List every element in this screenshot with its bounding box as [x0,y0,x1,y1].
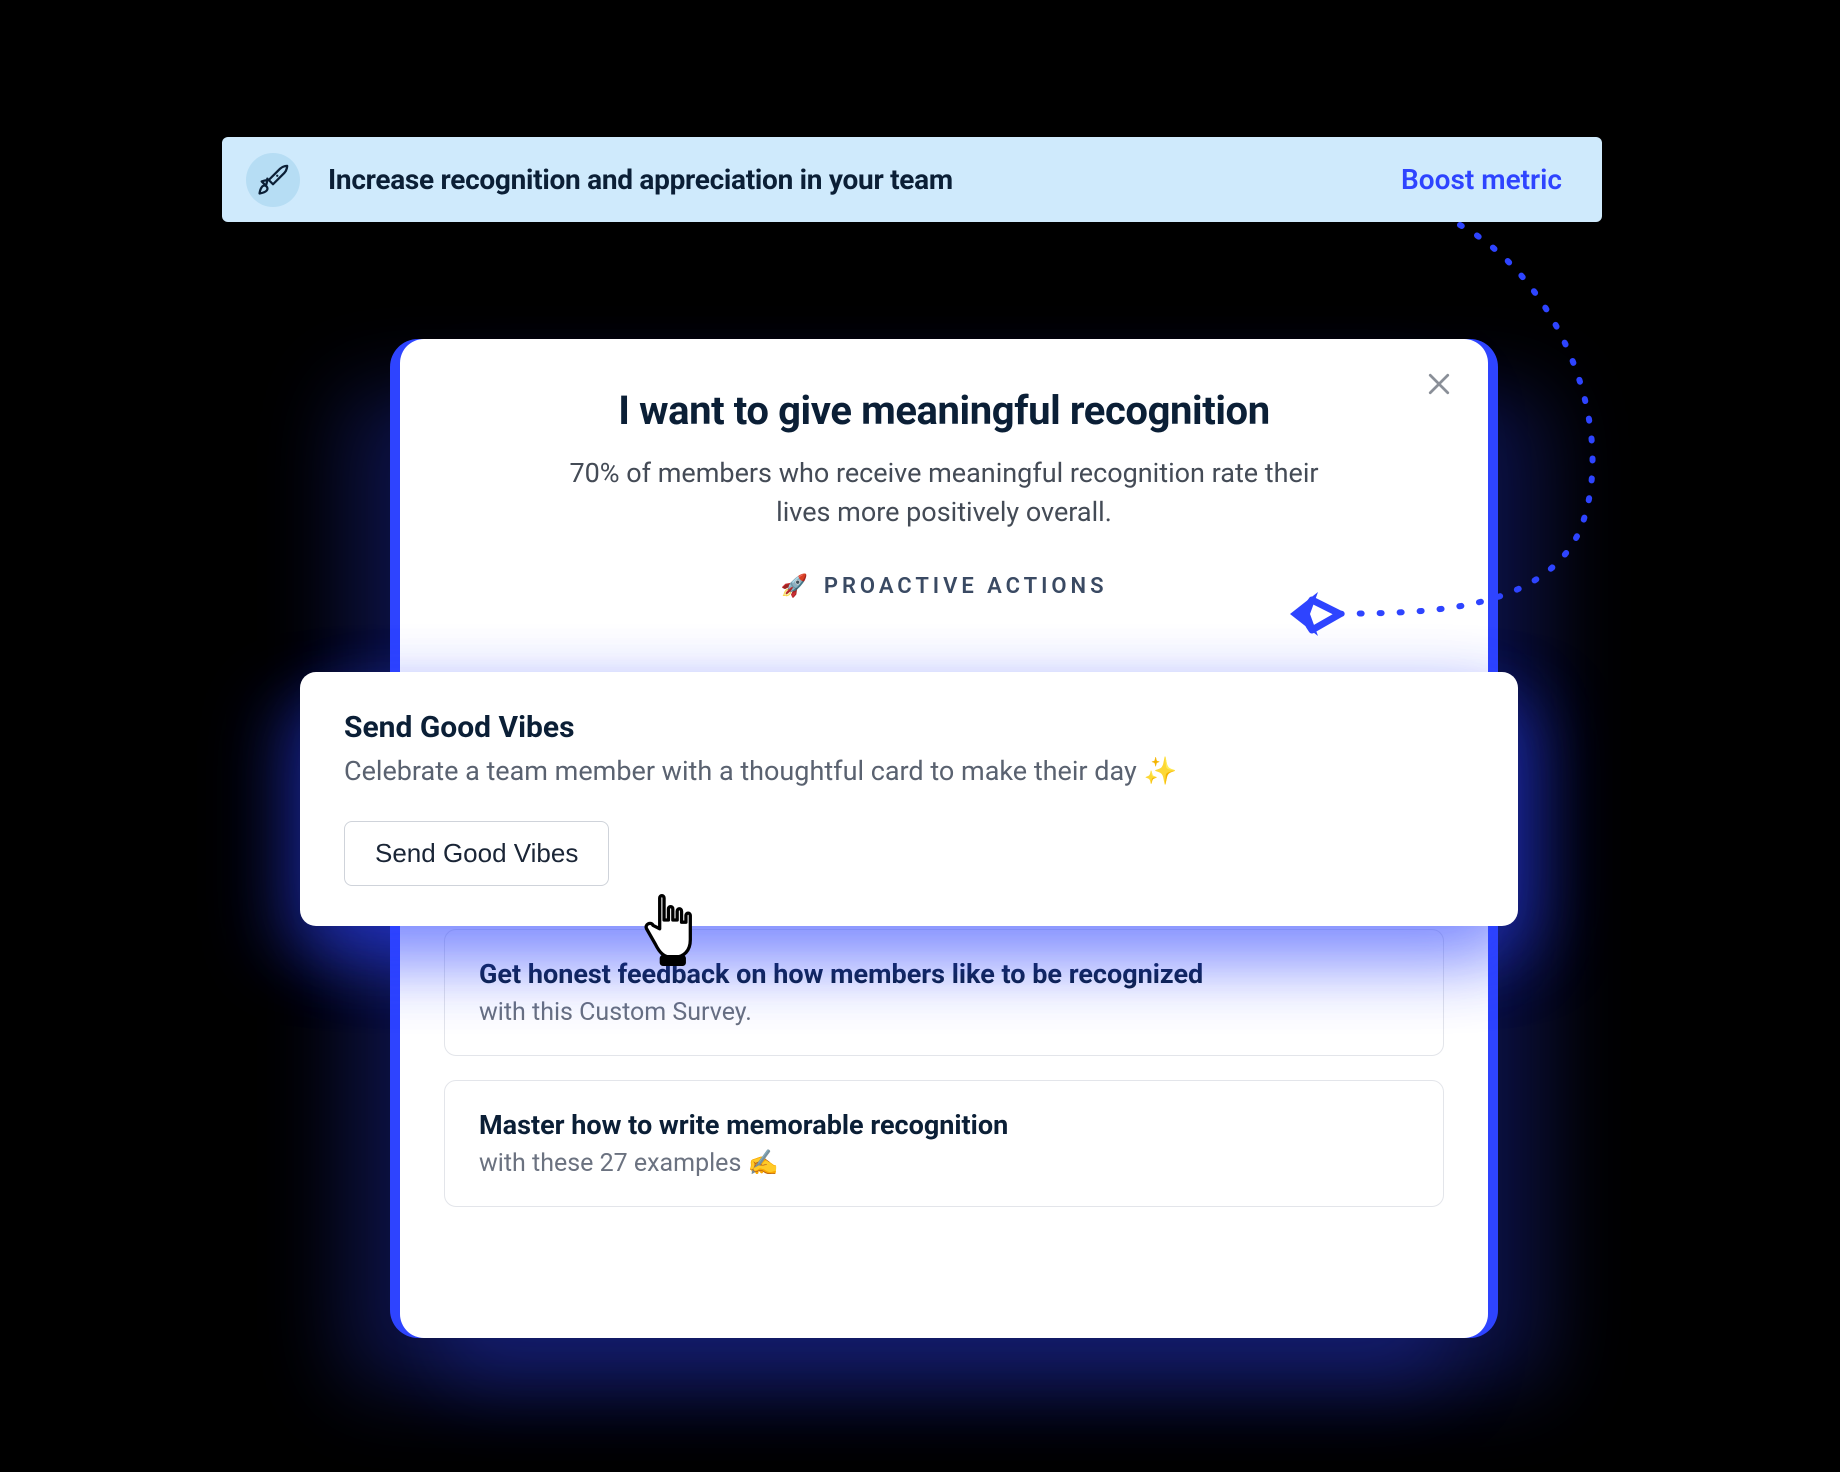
actions-list: Get honest feedback on how members like … [444,929,1444,1207]
action-row[interactable]: Master how to write memorable recognitio… [444,1080,1444,1207]
action-row-title: Master how to write memorable recognitio… [479,1109,1409,1141]
send-good-vibes-button[interactable]: Send Good Vibes [344,821,609,886]
action-row-title: Get honest feedback on how members like … [479,958,1409,990]
highlighted-title: Send Good Vibes [344,710,1474,745]
action-row-sub: with this Custom Survey. [479,998,1409,1027]
action-row-sub: with these 27 examples ✍️ [479,1149,1409,1178]
banner-title: Increase recognition and appreciation in… [328,163,1401,196]
section-label: 🚀 PROACTIVE ACTIONS [400,574,1488,599]
close-icon[interactable] [1424,369,1454,399]
rocket-emoji-icon: 🚀 [781,574,812,599]
action-row[interactable]: Get honest feedback on how members like … [444,929,1444,1056]
section-label-text: PROACTIVE ACTIONS [824,574,1108,599]
boost-metric-link[interactable]: Boost metric [1401,163,1562,196]
modal-title: I want to give meaningful recognition [400,387,1488,434]
highlighted-action-card: Send Good Vibes Celebrate a team member … [300,672,1518,926]
highlighted-desc: Celebrate a team member with a thoughtfu… [344,755,1474,787]
modal-subtitle: 70% of members who receive meaningful re… [554,454,1334,532]
boost-banner: Increase recognition and appreciation in… [222,137,1602,222]
rocket-icon [246,153,300,207]
